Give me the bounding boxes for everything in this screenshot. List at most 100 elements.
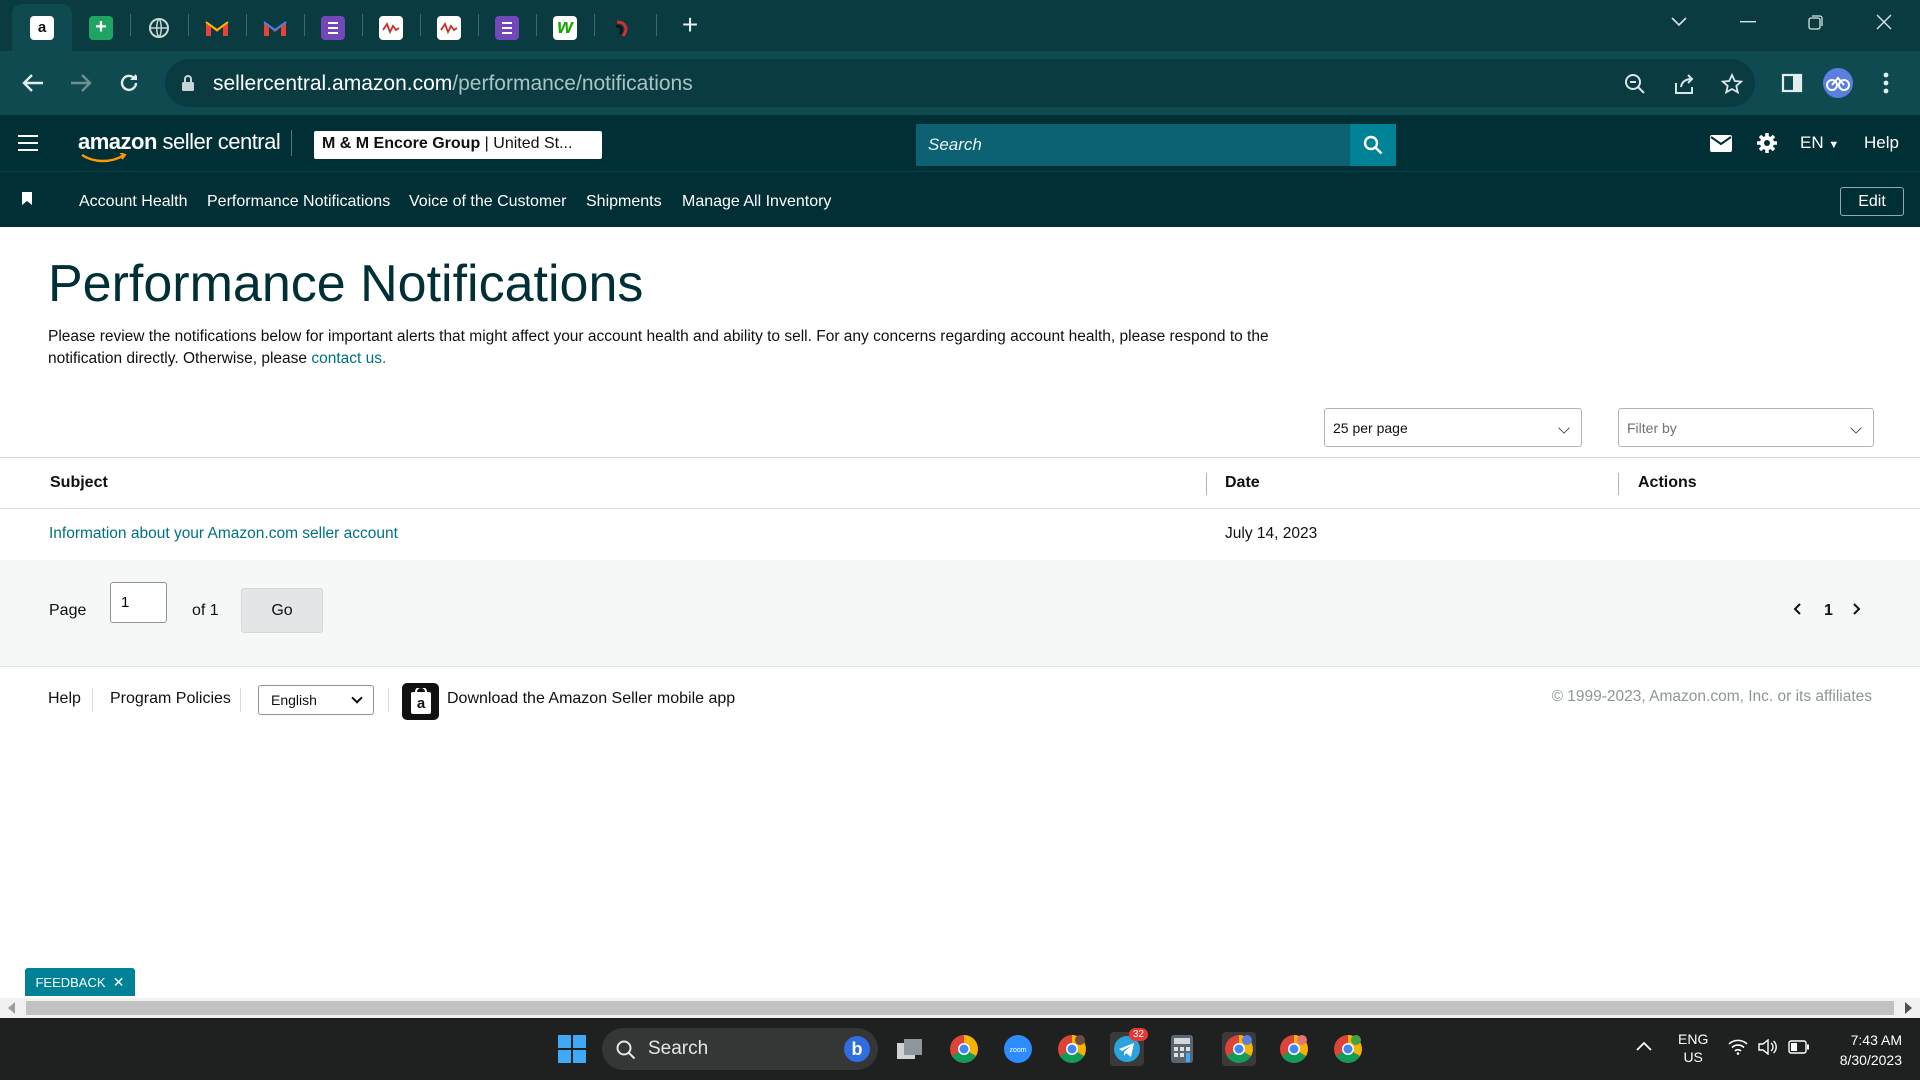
- svg-text:a: a: [416, 695, 425, 712]
- go-button[interactable]: Go: [241, 588, 323, 633]
- input-language[interactable]: ENG US: [1678, 1030, 1708, 1066]
- tab-chart-doc-2[interactable]: [420, 4, 478, 51]
- chrome-icon[interactable]: [947, 1032, 981, 1066]
- zoom-app-icon[interactable]: zoom: [1001, 1032, 1035, 1066]
- tab-globe[interactable]: [130, 4, 188, 51]
- browser-menu-icon[interactable]: [1870, 67, 1902, 99]
- bing-icon[interactable]: b: [844, 1036, 870, 1062]
- next-page-icon[interactable]: [1852, 602, 1862, 621]
- tab-sheets[interactable]: +: [72, 4, 130, 51]
- address-bar[interactable]: sellercentral.amazon.com/performance/not…: [165, 59, 1755, 107]
- minimize-button[interactable]: [1736, 10, 1760, 34]
- hamburger-menu-icon[interactable]: [18, 135, 38, 151]
- filter-select[interactable]: Filter by: [1618, 408, 1874, 447]
- page-number-input[interactable]: [110, 582, 167, 623]
- scroll-thumb[interactable]: [26, 1001, 1894, 1015]
- scroll-left-icon[interactable]: [8, 1002, 15, 1014]
- notification-subject-link[interactable]: Information about your Amazon.com seller…: [49, 525, 398, 543]
- nav-voice-of-customer[interactable]: Voice of the Customer: [409, 193, 566, 211]
- forward-button[interactable]: [65, 67, 97, 99]
- chrome-profile-3-icon[interactable]: [1331, 1032, 1365, 1066]
- settings-gear-icon[interactable]: [1756, 132, 1778, 159]
- tab-red-logo[interactable]: [594, 4, 652, 51]
- table-row: Information about your Amazon.com seller…: [0, 509, 1920, 560]
- nav-shipments[interactable]: Shipments: [586, 193, 662, 211]
- language-selector[interactable]: EN ▼: [1800, 133, 1839, 153]
- program-policies-link[interactable]: Program Policies: [110, 690, 231, 708]
- new-tab-button[interactable]: +: [676, 11, 704, 39]
- page-description: Please review the notifications below fo…: [48, 328, 1269, 367]
- chart-doc-icon: [379, 15, 403, 40]
- per-page-select[interactable]: 25 per page: [1324, 408, 1582, 447]
- help-link[interactable]: Help: [1864, 133, 1899, 153]
- back-button[interactable]: [17, 67, 49, 99]
- mail-icon[interactable]: [1710, 135, 1732, 157]
- chart-doc-icon: [437, 15, 461, 40]
- download-app-link[interactable]: Download the Amazon Seller mobile app: [447, 690, 735, 708]
- chevron-down-icon: [1850, 422, 1862, 434]
- scroll-right-icon[interactable]: [1905, 1002, 1912, 1014]
- volume-icon[interactable]: [1758, 1038, 1778, 1058]
- column-actions: Actions: [1638, 474, 1697, 491]
- tab-gmail-1[interactable]: [188, 4, 246, 51]
- current-page: 1: [1824, 602, 1833, 619]
- seller-central-logo[interactable]: amazon seller central: [78, 129, 281, 163]
- search-icon: [616, 1040, 636, 1060]
- table-header: Subject Date Actions: [0, 458, 1920, 509]
- chrome-active-icon[interactable]: [1222, 1032, 1256, 1066]
- edit-bookmarks-button[interactable]: Edit: [1840, 187, 1904, 216]
- task-view-icon[interactable]: [893, 1032, 927, 1066]
- seller-central-header: amazon seller central M & M Encore Group…: [0, 115, 1920, 172]
- restore-button[interactable]: [1804, 10, 1828, 34]
- bookmark-icon[interactable]: [22, 192, 32, 205]
- footer-help-link[interactable]: Help: [48, 690, 81, 708]
- chevron-down-icon: [351, 692, 363, 704]
- tab-forms-2[interactable]: [478, 4, 536, 51]
- gmail-icon: [263, 16, 287, 40]
- close-window-button[interactable]: [1872, 10, 1896, 34]
- telegram-badge: 32: [1128, 1028, 1148, 1041]
- merchant-switcher[interactable]: M & M Encore Group | United St...: [314, 131, 602, 159]
- profile-avatar[interactable]: [1822, 67, 1854, 99]
- battery-icon[interactable]: [1788, 1040, 1810, 1057]
- tab-search-icon[interactable]: [1667, 10, 1691, 34]
- pagination: Page of 1 Go 1: [0, 560, 1920, 667]
- bookmark-star-icon[interactable]: [1719, 71, 1745, 97]
- windows-start-icon[interactable]: [555, 1032, 589, 1066]
- column-subject[interactable]: Subject: [50, 474, 108, 492]
- calculator-icon[interactable]: [1165, 1032, 1199, 1066]
- header-search: [916, 124, 1396, 166]
- wifi-icon[interactable]: [1728, 1039, 1748, 1058]
- clock[interactable]: 7:43 AM 8/30/2023: [1828, 1030, 1902, 1070]
- close-icon[interactable]: ✕: [113, 974, 125, 991]
- tab-upwork[interactable]: w: [536, 4, 594, 51]
- contact-us-link[interactable]: contact us.: [311, 350, 386, 367]
- column-date[interactable]: Date: [1225, 474, 1260, 492]
- chrome-profile-icon[interactable]: [1055, 1032, 1089, 1066]
- footer-language-select[interactable]: English: [258, 685, 374, 715]
- tab-amazon[interactable]: a: [12, 4, 72, 51]
- side-panel-icon[interactable]: [1776, 67, 1808, 99]
- zoom-icon[interactable]: [1622, 71, 1648, 97]
- tab-chart-doc-1[interactable]: [362, 4, 420, 51]
- bookmarks-nav: Account Health Performance Notifications…: [0, 172, 1920, 227]
- chrome-profile-2-icon[interactable]: [1277, 1032, 1311, 1066]
- prev-page-icon[interactable]: [1792, 602, 1802, 621]
- horizontal-scrollbar[interactable]: [0, 998, 1920, 1018]
- windows-taskbar: Search b zoom 32 ENG US 7:43 AM 8/30/202…: [0, 1018, 1920, 1080]
- share-icon[interactable]: [1671, 71, 1697, 97]
- search-button[interactable]: [1350, 124, 1396, 166]
- search-icon: [1363, 135, 1383, 155]
- tab-forms-1[interactable]: [304, 4, 362, 51]
- seller-app-icon[interactable]: a: [402, 683, 439, 720]
- taskbar-search[interactable]: Search b: [602, 1028, 878, 1070]
- tray-chevron-icon[interactable]: [1636, 1038, 1652, 1054]
- telegram-icon[interactable]: 32: [1110, 1028, 1148, 1066]
- nav-performance-notifications[interactable]: Performance Notifications: [207, 193, 390, 211]
- tab-gmail-2[interactable]: [246, 4, 304, 51]
- feedback-button[interactable]: FEEDBACK ✕: [25, 968, 135, 996]
- search-input[interactable]: [916, 124, 1350, 166]
- reload-button[interactable]: [113, 67, 145, 99]
- nav-account-health[interactable]: Account Health: [79, 193, 188, 211]
- nav-manage-inventory[interactable]: Manage All Inventory: [682, 193, 831, 211]
